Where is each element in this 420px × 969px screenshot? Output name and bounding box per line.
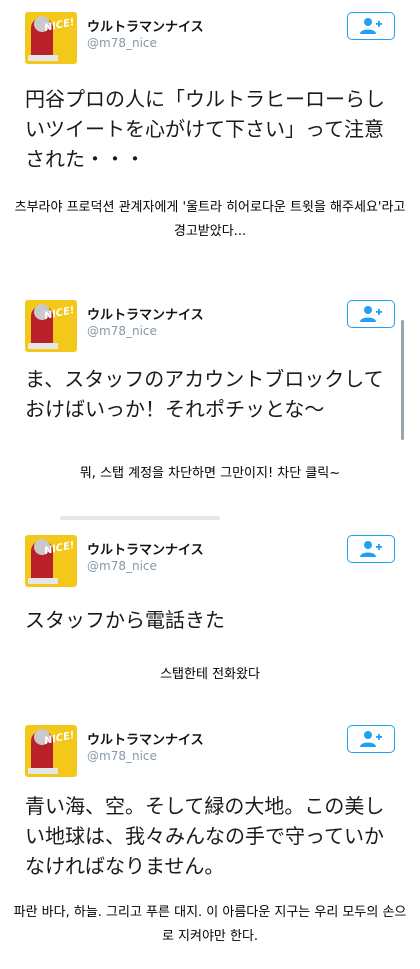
- avatar-tag: [28, 55, 58, 61]
- avatar-tag: [28, 343, 58, 349]
- account-name[interactable]: ウルトラマンナイス: [87, 539, 204, 558]
- tweet-card: NICE! ウルトラマンナイス @m78_nice スタッフから電話きた 스탭한…: [0, 525, 420, 700]
- account-handle: @m78_nice: [87, 324, 157, 338]
- follow-user-icon: [360, 731, 382, 747]
- follow-user-icon: [360, 18, 382, 34]
- account-name[interactable]: ウルトラマンナイス: [87, 304, 204, 323]
- tweet-header: NICE! ウルトラマンナイス @m78_nice: [25, 300, 395, 356]
- account-handle: @m78_nice: [87, 559, 157, 573]
- translation-caption: 뭐, 스탭 계정을 차단하면 그만이지! 차단 클릭~: [79, 466, 341, 481]
- tweet-header: NICE! ウルトラマンナイス @m78_nice: [25, 725, 395, 781]
- account-handle: @m78_nice: [87, 749, 157, 763]
- avatar-tag: [28, 768, 58, 774]
- account-name[interactable]: ウルトラマンナイス: [87, 729, 204, 748]
- account-name[interactable]: ウルトラマンナイス: [87, 16, 204, 35]
- follow-button[interactable]: [347, 725, 395, 753]
- avatar[interactable]: NICE!: [25, 725, 77, 777]
- translation-caption: 스탭한테 전화왔다: [160, 667, 260, 682]
- tweet-text: スタッフから電話きた: [25, 608, 225, 632]
- avatar-tag: [28, 578, 58, 584]
- follow-user-icon: [360, 306, 382, 322]
- scrollbar[interactable]: [401, 320, 404, 440]
- translation-caption: 츠부라야 프로덕션 관계자에게 '울트라 히어로다운 트윗을 해주세요'라고 경…: [14, 200, 406, 239]
- follow-button[interactable]: [347, 12, 395, 40]
- avatar[interactable]: NICE!: [25, 12, 77, 64]
- follow-user-icon: [360, 541, 382, 557]
- tweet-header: NICE! ウルトラマンナイス @m78_nice: [25, 535, 395, 591]
- follow-button[interactable]: [347, 300, 395, 328]
- clipped-text-line: [60, 516, 220, 520]
- tweet-text: 青い海、空。そして緑の大地。この美しい地球は、我々みんなの手で守っていかなければ…: [25, 794, 385, 878]
- follow-button[interactable]: [347, 535, 395, 563]
- tweet-text: ま、スタッフのアカウントブロックしておけばいっか！それポチッとな～: [25, 367, 384, 421]
- avatar[interactable]: NICE!: [25, 535, 77, 587]
- avatar[interactable]: NICE!: [25, 300, 77, 352]
- translation-caption: 파란 바다, 하늘. 그리고 푸른 대지. 이 아름다운 지구는 우리 모두의 …: [13, 905, 407, 944]
- tweet-header: NICE! ウルトラマンナイス @m78_nice: [25, 12, 395, 68]
- tweet-card: NICE! ウルトラマンナイス @m78_nice ま、スタッフのアカウントブロ…: [0, 290, 420, 520]
- account-handle: @m78_nice: [87, 36, 157, 50]
- tweet-card: NICE! ウルトラマンナイス @m78_nice 青い海、空。そして緑の大地。…: [0, 715, 420, 969]
- tweet-card: NICE! ウルトラマンナイス @m78_nice 円谷プロの人に「ウルトラヒー…: [0, 0, 420, 260]
- tweet-text: 円谷プロの人に「ウルトラヒーローらしいツイートを心がけて下さい」って注意された・…: [25, 87, 385, 171]
